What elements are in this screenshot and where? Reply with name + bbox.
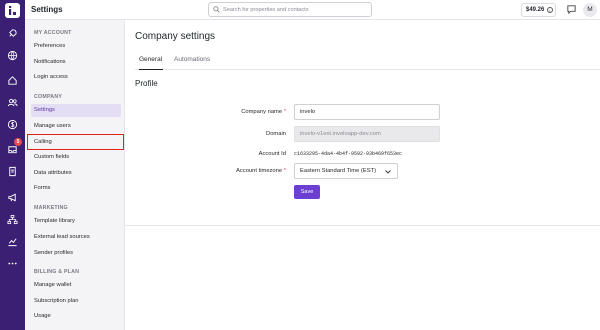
document-icon[interactable]	[6, 165, 19, 178]
wallet-amount: $49.26	[526, 7, 545, 13]
calling-highlight-box	[27, 134, 124, 150]
account-id-label: Account Id	[258, 151, 286, 157]
sidebar-item-sender-profiles[interactable]: Sender profiles	[31, 247, 121, 260]
inbox-badge: 5	[14, 138, 22, 146]
app-title: Settings	[31, 5, 63, 14]
settings-tabs: General Automations	[135, 56, 600, 70]
sidebar-item-subscription-plan[interactable]: Subscription plan	[31, 295, 121, 308]
save-button[interactable]: Save	[294, 185, 320, 199]
search-input[interactable]	[223, 4, 369, 15]
globe-icon[interactable]	[6, 49, 19, 62]
app-logo[interactable]	[5, 3, 20, 18]
sidebar-item-custom-fields[interactable]: Custom fields	[31, 151, 121, 164]
sidebar-item-manage-wallet[interactable]: Manage wallet	[31, 279, 121, 292]
more-icon[interactable]	[6, 257, 19, 270]
account-id-value: c1633295-4da4-4b4f-9592-93b469f653ec	[294, 151, 403, 157]
global-search[interactable]	[208, 2, 372, 17]
settings-sidebar: MY ACCOUNT Preferences Notifications Log…	[25, 20, 125, 330]
tab-automations[interactable]: Automations	[174, 56, 214, 70]
page-title: Company settings	[135, 31, 216, 42]
app-nav-rail: 5	[0, 0, 25, 330]
user-avatar[interactable]: M	[583, 3, 597, 17]
sidebar-item-preferences[interactable]: Preferences	[31, 40, 121, 53]
contacts-icon[interactable]	[6, 96, 19, 109]
sidebar-item-login-access[interactable]: Login access	[31, 71, 121, 84]
sidebar-item-template-library[interactable]: Template library	[31, 215, 121, 228]
section-billing-plan: BILLING & PLAN	[34, 269, 80, 275]
domain-field	[294, 126, 440, 142]
content-divider	[125, 225, 600, 226]
sidebar-item-settings[interactable]: Settings	[31, 104, 121, 117]
domain-label: Domain	[266, 131, 286, 137]
section-marketing: MARKETING	[34, 205, 68, 211]
sidebar-item-usage[interactable]: Usage	[31, 310, 121, 323]
home-icon[interactable]	[6, 74, 19, 87]
company-name-label: Company name *	[241, 109, 286, 115]
sidebar-item-manage-users[interactable]: Manage users	[31, 120, 121, 133]
wallet-balance[interactable]: $49.26 i	[521, 3, 556, 17]
dollar-icon[interactable]	[6, 118, 19, 131]
timezone-select[interactable]: Eastern Standard Time (EST)	[294, 163, 398, 179]
tab-general[interactable]: General	[139, 56, 163, 70]
sidebar-item-notifications[interactable]: Notifications	[31, 56, 121, 69]
sidebar-item-data-attributes[interactable]: Data attributes	[31, 167, 121, 180]
rocket-icon[interactable]	[6, 27, 19, 40]
timezone-label: Account timezone *	[236, 168, 286, 174]
section-title-profile: Profile	[135, 79, 158, 88]
timezone-value: Eastern Standard Time (EST)	[300, 168, 377, 174]
sidebar-item-external-lead-sources[interactable]: External lead sources	[31, 231, 121, 244]
chevron-down-icon	[385, 170, 391, 174]
top-bar: Settings $49.26 i M	[25, 0, 600, 20]
analytics-icon[interactable]	[6, 235, 19, 248]
sidebar-item-forms[interactable]: Forms	[31, 182, 121, 195]
company-name-field[interactable]	[294, 104, 440, 120]
megaphone-icon[interactable]	[6, 191, 19, 204]
chat-icon[interactable]	[566, 4, 577, 15]
org-chart-icon[interactable]	[6, 213, 19, 226]
section-my-account: MY ACCOUNT	[34, 30, 72, 36]
search-icon	[213, 6, 220, 13]
main-content: Company settings General Automations Pro…	[125, 20, 600, 330]
section-company: COMPANY	[34, 94, 63, 100]
info-icon[interactable]: i	[547, 7, 553, 13]
